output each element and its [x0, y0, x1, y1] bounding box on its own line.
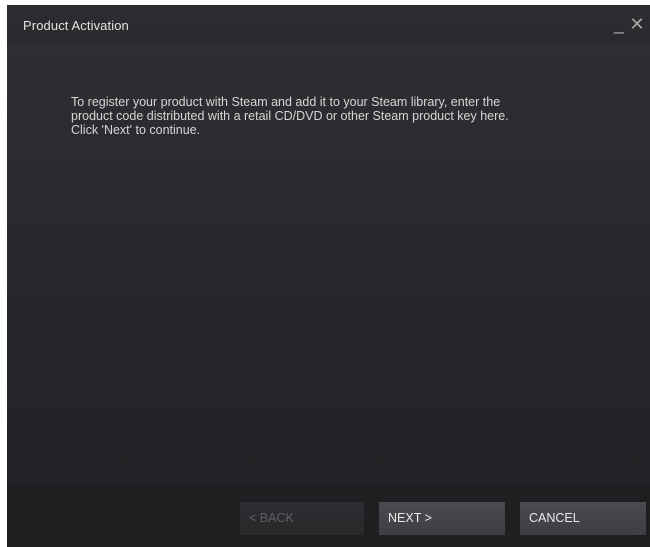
close-icon[interactable]: ✕ — [628, 13, 646, 35]
window-title: Product Activation — [23, 18, 129, 33]
cancel-button[interactable]: CANCEL — [520, 502, 646, 535]
instructions-text: To register your product with Steam and … — [71, 95, 509, 137]
dialog-content: To register your product with Steam and … — [7, 45, 650, 485]
dialog-footer: < BACK NEXT > CANCEL — [7, 485, 650, 547]
back-button[interactable]: < BACK — [240, 502, 364, 535]
title-bar[interactable]: Product Activation _ ✕ — [7, 5, 650, 45]
product-activation-dialog: Product Activation _ ✕ To register your … — [7, 5, 650, 547]
minimize-icon[interactable]: _ — [610, 13, 628, 35]
next-button[interactable]: NEXT > — [379, 502, 505, 535]
